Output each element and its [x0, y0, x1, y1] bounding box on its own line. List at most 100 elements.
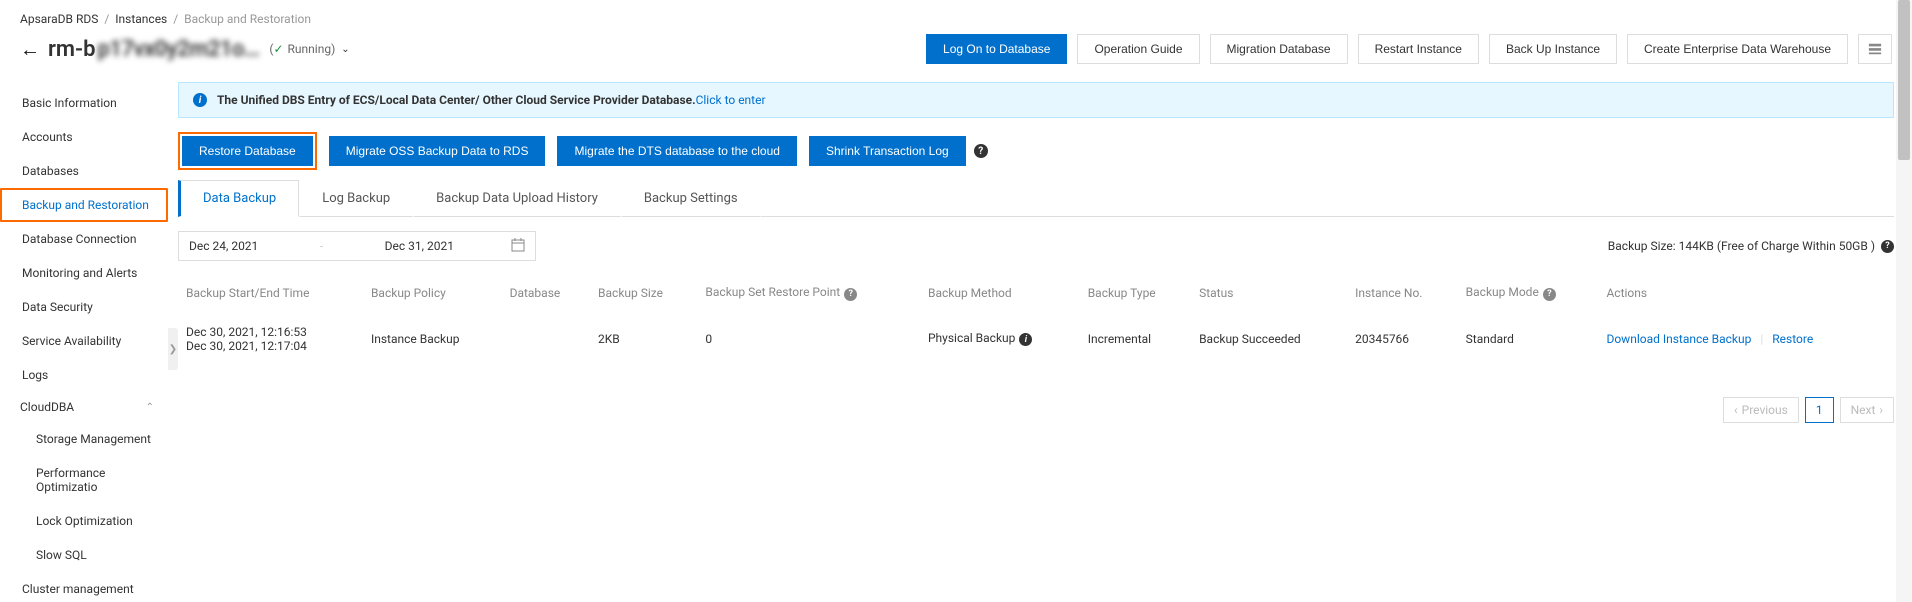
tab-data-backup[interactable]: Data Backup	[178, 180, 299, 217]
col-type: Backup Type	[1080, 275, 1191, 311]
sidebar-item-basic[interactable]: Basic Information	[0, 86, 168, 120]
col-size: Backup Size	[590, 275, 697, 311]
banner-link[interactable]: Click to enter	[696, 93, 766, 107]
cell-mode: Standard	[1458, 311, 1599, 367]
back-up-instance-button[interactable]: Back Up Instance	[1489, 34, 1617, 64]
cell-size[interactable]: 2KB	[590, 311, 697, 367]
pager-next[interactable]: Next›	[1840, 397, 1894, 423]
status-label: Running	[288, 42, 332, 56]
backup-size-info: Backup Size: 144KB (Free of Charge Withi…	[1608, 239, 1894, 253]
create-warehouse-button[interactable]: Create Enterprise Data Warehouse	[1627, 34, 1848, 64]
crumb-sep: /	[170, 12, 184, 26]
help-icon[interactable]: ?	[974, 144, 988, 158]
operation-guide-button[interactable]: Operation Guide	[1077, 34, 1199, 64]
tab-backup-settings[interactable]: Backup Settings	[621, 180, 761, 217]
question-icon[interactable]: ?	[844, 288, 857, 301]
sidebar-item-lock[interactable]: Lock Optimization	[0, 504, 168, 538]
cell-start: Dec 30, 2021, 12:16:53 Dec 30, 2021, 12:…	[178, 311, 363, 367]
layout-toggle-button[interactable]	[1858, 34, 1892, 64]
sidebar-item-databases[interactable]: Databases	[0, 154, 168, 188]
sidebar-item-availability[interactable]: Service Availability	[0, 324, 168, 358]
instance-name-prefix: rm-b	[48, 37, 95, 62]
crumb-root[interactable]: ApsaraDB RDS	[20, 12, 98, 26]
sidebar-item-clouddba[interactable]: CloudDBA ⌃	[0, 392, 168, 422]
banner-text: The Unified DBS Entry of ECS/Local Data …	[217, 93, 696, 107]
question-icon[interactable]: ?	[1881, 240, 1894, 253]
restart-instance-button[interactable]: Restart Instance	[1358, 34, 1479, 64]
sidebar-item-connection[interactable]: Database Connection	[0, 222, 168, 256]
migrate-oss-button[interactable]: Migrate OSS Backup Data to RDS	[329, 136, 546, 166]
tab-log-backup[interactable]: Log Backup	[299, 180, 413, 217]
chevron-right-icon: ›	[1879, 403, 1883, 417]
download-backup-link[interactable]: Download Instance Backup	[1606, 332, 1751, 346]
col-method: Backup Method	[920, 275, 1080, 311]
question-icon[interactable]: ?	[1543, 288, 1556, 301]
collapse-sidebar-handle[interactable]: ❯	[168, 328, 178, 370]
crumb-instances[interactable]: Instances	[115, 12, 167, 26]
restore-highlight: Restore Database	[178, 132, 317, 170]
col-instno: Instance No.	[1347, 275, 1458, 311]
instance-status[interactable]: ( ✓ Running ) ⌄	[269, 42, 349, 56]
migrate-dts-button[interactable]: Migrate the DTS database to the cloud	[557, 136, 796, 166]
sidebar: Basic Information Accounts Databases Bac…	[0, 82, 168, 602]
sidebar-item-monitoring[interactable]: Monitoring and Alerts	[0, 256, 168, 290]
col-mode: Backup Mode?	[1458, 275, 1599, 311]
date-sep: -	[258, 239, 384, 253]
back-arrow-icon[interactable]: ←	[20, 37, 40, 62]
crumb-sep: /	[101, 12, 115, 26]
vertical-scrollbar[interactable]	[1896, 0, 1912, 602]
info-icon: i	[193, 93, 207, 107]
scrollbar-thumb[interactable]	[1898, 0, 1910, 160]
cell-policy: Instance Backup	[363, 311, 502, 367]
pagination: ‹Previous 1 Next›	[178, 367, 1894, 423]
layout-icon	[1868, 42, 1882, 56]
cell-actions: Download Instance Backup | Restore	[1598, 311, 1894, 367]
instance-name: p17vx0y2m21o…	[97, 37, 259, 62]
chevron-up-icon: ⌃	[146, 402, 154, 413]
status-close-paren: )	[331, 42, 335, 56]
sidebar-item-slow[interactable]: Slow SQL	[0, 538, 168, 572]
tab-upload-history[interactable]: Backup Data Upload History	[413, 180, 621, 217]
backup-size-label: Backup Size: 144KB (Free of Charge Withi…	[1608, 239, 1875, 253]
log-on-button[interactable]: Log On to Database	[926, 34, 1067, 64]
restore-link[interactable]: Restore	[1772, 332, 1813, 346]
chevron-down-icon: ⌄	[341, 44, 349, 55]
breadcrumb: ApsaraDB RDS / Instances / Backup and Re…	[0, 0, 1912, 28]
backup-table: Backup Start/End Time Backup Policy Data…	[178, 275, 1894, 367]
crumb-current: Backup and Restoration	[184, 12, 311, 26]
date-to: Dec 31, 2021	[385, 239, 511, 253]
cell-point: 0	[697, 311, 920, 367]
action-sep: |	[1760, 332, 1763, 346]
pager-page-1[interactable]: 1	[1805, 397, 1834, 423]
cell-instno: 20345766	[1347, 311, 1458, 367]
sidebar-item-security[interactable]: Data Security	[0, 290, 168, 324]
col-policy: Backup Policy	[363, 275, 502, 311]
col-db: Database	[502, 275, 590, 311]
sidebar-clouddba-label: CloudDBA	[20, 400, 74, 414]
restore-database-button[interactable]: Restore Database	[182, 136, 313, 166]
info-banner: i The Unified DBS Entry of ECS/Local Dat…	[178, 82, 1894, 118]
info-icon[interactable]: i	[1019, 333, 1032, 346]
date-range-picker[interactable]: Dec 24, 2021 - Dec 31, 2021	[178, 231, 536, 261]
calendar-icon	[511, 238, 525, 255]
shrink-log-button[interactable]: Shrink Transaction Log	[809, 136, 966, 166]
sidebar-item-accounts[interactable]: Accounts	[0, 120, 168, 154]
sidebar-item-logs[interactable]: Logs	[0, 358, 168, 392]
cell-db	[502, 311, 590, 367]
check-icon: ✓	[273, 42, 283, 56]
migration-database-button[interactable]: Migration Database	[1210, 34, 1348, 64]
col-start: Backup Start/End Time	[178, 275, 363, 311]
cell-type: Incremental	[1080, 311, 1191, 367]
sidebar-item-cluster[interactable]: Cluster management	[0, 572, 168, 602]
date-from: Dec 24, 2021	[189, 239, 258, 253]
cell-status: Backup Succeeded	[1191, 311, 1347, 367]
sidebar-item-perf[interactable]: Performance Optimizatio	[0, 456, 168, 504]
chevron-left-icon: ‹	[1734, 403, 1738, 417]
sidebar-item-backup[interactable]: Backup and Restoration	[0, 188, 168, 222]
col-status: Status	[1191, 275, 1347, 311]
pager-prev[interactable]: ‹Previous	[1723, 397, 1799, 423]
col-actions: Actions	[1598, 275, 1894, 311]
cell-method: Physical Backupi	[920, 311, 1080, 367]
sidebar-item-storage[interactable]: Storage Management	[0, 422, 168, 456]
table-row: Dec 30, 2021, 12:16:53 Dec 30, 2021, 12:…	[178, 311, 1894, 367]
